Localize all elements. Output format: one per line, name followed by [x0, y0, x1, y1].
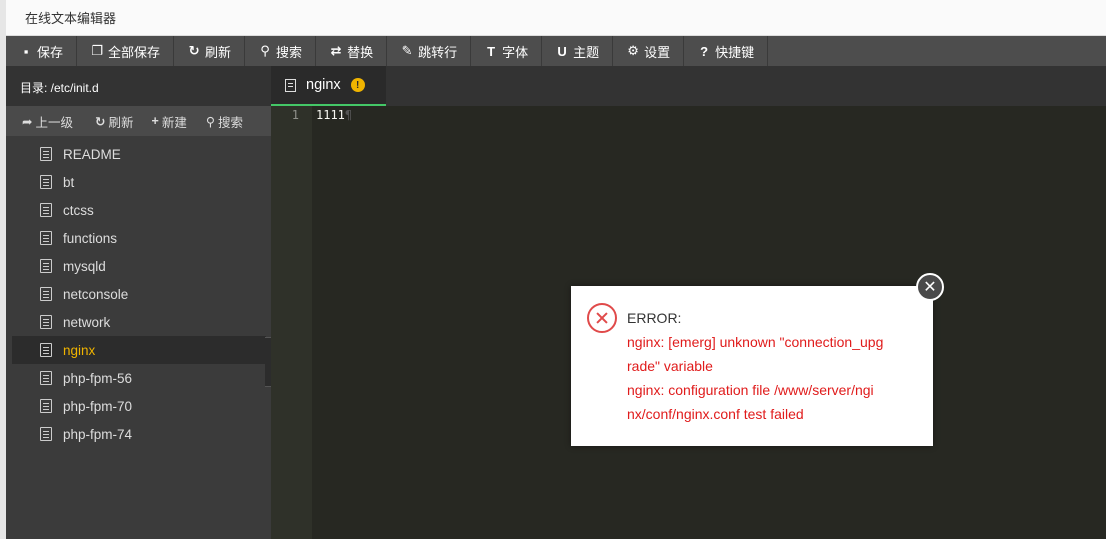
eol-mark: ¶: [344, 108, 353, 122]
code-line: 1111: [316, 108, 345, 122]
refresh-icon: ↻: [95, 114, 106, 129]
shortcuts-button[interactable]: ? 快捷键: [684, 36, 769, 66]
file-icon: [40, 315, 52, 329]
file-list: README bt ctcss functions mysqld netcons…: [6, 140, 271, 448]
font-button[interactable]: T 字体: [471, 36, 543, 66]
file-item[interactable]: php-fpm-56: [6, 364, 271, 392]
error-line: rade" variable: [627, 358, 713, 374]
file-item[interactable]: mysqld: [6, 252, 271, 280]
directory-label: 目录: /etc/init.d: [6, 66, 271, 106]
search-button[interactable]: ⚲ 搜索: [245, 36, 317, 66]
file-icon: [40, 231, 52, 245]
text-icon: T: [487, 43, 496, 59]
tab-nginx[interactable]: nginx !: [271, 66, 386, 106]
file-item[interactable]: ctcss: [6, 196, 271, 224]
file-icon: [40, 147, 52, 161]
window-title: 在线文本编辑器: [25, 11, 117, 26]
copy-icon: ❐: [91, 43, 103, 58]
file-sidebar: 目录: /etc/init.d ➦ 上一级 ↻ 刷新 + 新建 ⚲ 搜索 README …: [6, 66, 271, 539]
sidebar-refresh-button[interactable]: ↻ 刷新: [95, 112, 134, 131]
error-dialog: ERROR: nginx: [emerg] unknown "connectio…: [571, 286, 933, 446]
share-arrow-icon: ➦: [22, 114, 33, 129]
goto-line-button[interactable]: ✎ 跳转行: [387, 36, 472, 66]
search-icon: ⚲: [260, 43, 270, 58]
file-icon: [40, 427, 52, 441]
error-line: nx/conf/nginx.conf test failed: [627, 406, 804, 422]
file-item[interactable]: netconsole: [6, 280, 271, 308]
save-icon: ▪: [23, 43, 29, 59]
error-circle-x-icon: [587, 303, 617, 333]
sidebar-search-button[interactable]: ⚲ 搜索: [206, 112, 243, 131]
magnet-icon: U: [557, 43, 567, 59]
new-file-button[interactable]: + 新建: [152, 112, 187, 131]
file-icon: [285, 78, 296, 92]
file-icon: [40, 287, 52, 301]
plus-icon: +: [151, 114, 159, 128]
up-level-button[interactable]: ➦ 上一级: [22, 112, 73, 131]
replace-button[interactable]: ⇄ 替换: [316, 36, 388, 66]
refresh-icon: ↻: [188, 43, 200, 58]
retweet-icon: ⇄: [330, 43, 342, 58]
unsaved-warning-icon: !: [350, 78, 365, 92]
search-icon: ⚲: [205, 114, 215, 129]
code-area[interactable]: 1111¶: [316, 108, 352, 122]
file-icon: [40, 259, 52, 273]
close-icon: ✕: [923, 279, 937, 296]
file-item[interactable]: php-fpm-74: [6, 420, 271, 448]
settings-button[interactable]: ⚙ 设置: [613, 36, 685, 66]
file-item-active[interactable]: nginx: [12, 336, 266, 364]
sidebar-actions: ➦ 上一级 ↻ 刷新 + 新建 ⚲ 搜索: [6, 106, 271, 136]
line-number: 1: [291, 108, 299, 122]
theme-button[interactable]: U 主题: [542, 36, 614, 66]
file-icon: [40, 175, 52, 189]
dialog-close-button[interactable]: ✕: [916, 273, 944, 301]
refresh-button[interactable]: ↻ 刷新: [174, 36, 246, 66]
file-icon: [40, 203, 52, 217]
error-line: nginx: configuration file /www/server/ng…: [627, 382, 874, 398]
save-button[interactable]: ▪ 保存: [6, 36, 78, 66]
tab-bar: nginx !: [271, 66, 1106, 106]
file-icon: [40, 343, 52, 357]
line-gutter: 1: [271, 106, 312, 539]
file-item[interactable]: bt: [6, 168, 271, 196]
gear-icon: ⚙: [627, 43, 639, 58]
file-icon: [40, 371, 52, 385]
pin-icon: ✎: [401, 43, 413, 58]
file-item[interactable]: php-fpm-70: [6, 392, 271, 420]
save-all-button[interactable]: ❐ 全部保存: [77, 36, 175, 66]
file-item[interactable]: functions: [6, 224, 271, 252]
editor-window: 在线文本编辑器 ▪ 保存 ❐ 全部保存 ↻ 刷新 ⚲ 搜索 ⇄ 替换 ✎ 跳转行 T 字体 U…: [6, 0, 1106, 539]
question-icon: ?: [700, 43, 709, 59]
file-icon: [40, 399, 52, 413]
file-item[interactable]: README: [6, 140, 271, 168]
toolbar: ▪ 保存 ❐ 全部保存 ↻ 刷新 ⚲ 搜索 ⇄ 替换 ✎ 跳转行 T 字体 U 主题 ⚙ 设置 ?…: [6, 36, 1106, 66]
error-title: ERROR:: [627, 310, 682, 326]
file-item[interactable]: network: [6, 308, 271, 336]
error-line: nginx: [emerg] unknown "connection_upg: [627, 334, 884, 350]
title-bar: 在线文本编辑器: [6, 0, 1106, 36]
